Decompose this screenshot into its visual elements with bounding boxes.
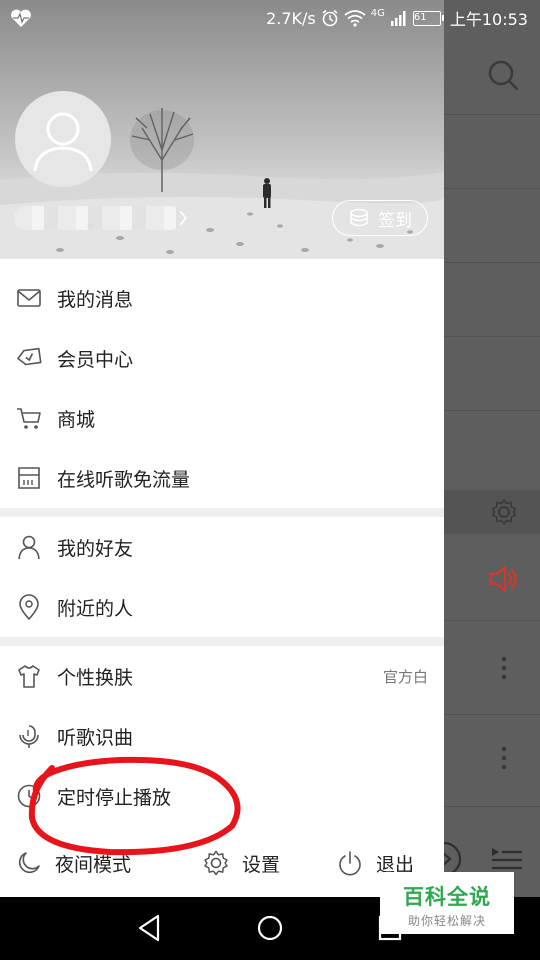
- microphone-icon: [19, 725, 39, 748]
- shirt-icon: [18, 665, 40, 688]
- section-divider: [0, 637, 444, 646]
- menu-item-theme[interactable]: 个性换肤 官方白: [0, 646, 444, 706]
- checkin-button[interactable]: 签到: [332, 200, 428, 236]
- menu-item-messages[interactable]: 我的消息: [0, 268, 444, 328]
- current-theme-value: 官方白: [382, 667, 428, 686]
- menu-label: 会员中心: [57, 348, 134, 371]
- cart-icon: [17, 408, 41, 429]
- power-icon: [339, 851, 361, 876]
- chevron-right-icon: [179, 210, 188, 226]
- speaker-icon: [489, 565, 517, 593]
- signal-icon: [390, 11, 406, 26]
- menu-item-sleep-timer[interactable]: 定时停止播放: [0, 766, 444, 826]
- night-mode-button[interactable]: 夜间模式: [16, 848, 131, 878]
- search-icon[interactable]: [486, 58, 520, 92]
- bg-divider: [444, 806, 540, 807]
- home-icon[interactable]: [256, 913, 284, 943]
- heartbeat-icon: [11, 9, 31, 27]
- bg-divider: [444, 410, 540, 411]
- menu-item-store[interactable]: 商城: [0, 388, 444, 448]
- moon-icon: [18, 852, 40, 874]
- gear-icon[interactable]: [490, 498, 518, 526]
- bg-divider: [444, 114, 540, 115]
- menu-item-friends[interactable]: 我的好友: [0, 517, 444, 577]
- bg-divider: [444, 336, 540, 337]
- menu-label: 在线听歌免流量: [57, 468, 191, 491]
- menu-item-vip-center[interactable]: 会员中心: [0, 328, 444, 388]
- alarm-icon: [322, 9, 338, 27]
- back-icon[interactable]: [136, 913, 164, 943]
- screen: 签到 我的消息 会员中心 商城 在线听歌免流量 我的好友 附近的人 个性换肤 官…: [0, 0, 540, 960]
- network-type: 4G: [370, 8, 385, 19]
- menu-label: 商城: [57, 408, 96, 431]
- watermark-subtitle: 助你轻松解决: [407, 914, 486, 928]
- clock-icon: [17, 784, 41, 808]
- drawer-bottom-bar: 夜间模式 设置 退出: [0, 834, 444, 897]
- settings-button[interactable]: 设置: [203, 848, 280, 878]
- mail-icon: [17, 289, 41, 307]
- watermark-logo: 百科全说 助你轻松解决: [380, 872, 514, 934]
- default-avatar-icon: [33, 112, 93, 172]
- more-vertical-icon[interactable]: [500, 656, 508, 680]
- night-mode-label: 夜间模式: [55, 853, 132, 876]
- section-divider: [0, 508, 444, 517]
- person-icon: [18, 535, 40, 560]
- menu-label: 个性换肤: [57, 666, 134, 689]
- username-blurred[interactable]: [14, 206, 182, 230]
- bg-divider: [444, 188, 540, 189]
- location-icon: [19, 594, 39, 620]
- bg-divider: [444, 714, 540, 715]
- menu-label: 听歌识曲: [57, 726, 134, 749]
- net-speed: 2.7K/s: [266, 8, 316, 28]
- menu-label: 附近的人: [57, 597, 134, 620]
- settings-label: 设置: [242, 853, 281, 876]
- menu-label: 定时停止播放: [57, 786, 172, 809]
- playlist-icon[interactable]: [490, 846, 524, 872]
- menu-item-nearby[interactable]: 附近的人: [0, 577, 444, 637]
- menu-item-free-data[interactable]: 在线听歌免流量: [0, 448, 444, 508]
- sim-card-icon: [18, 467, 40, 489]
- status-bar: 2.7K/s 4G 61 上午10:53: [0, 0, 540, 36]
- wifi-icon: [344, 10, 366, 27]
- profile-header: 签到: [0, 0, 444, 259]
- menu-label: 我的消息: [57, 288, 134, 311]
- menu-item-song-recognition[interactable]: 听歌识曲: [0, 706, 444, 766]
- avatar[interactable]: [15, 91, 111, 187]
- coins-icon: [350, 208, 368, 227]
- more-vertical-icon[interactable]: [500, 746, 508, 770]
- clock-time: 上午10:53: [449, 10, 528, 29]
- checkin-label: 签到: [378, 210, 412, 231]
- menu-label: 我的好友: [57, 537, 134, 560]
- bg-divider: [444, 262, 540, 263]
- watermark-title: 百科全说: [403, 885, 491, 909]
- status-right: 2.7K/s 4G 61 上午10:53: [266, 0, 528, 36]
- gear-icon: [204, 850, 228, 876]
- bg-divider: [444, 620, 540, 621]
- battery-icon: 61: [412, 10, 444, 26]
- navigation-drawer: 签到 我的消息 会员中心 商城 在线听歌免流量 我的好友 附近的人 个性换肤 官…: [0, 0, 444, 897]
- diamond-icon: [17, 347, 42, 366]
